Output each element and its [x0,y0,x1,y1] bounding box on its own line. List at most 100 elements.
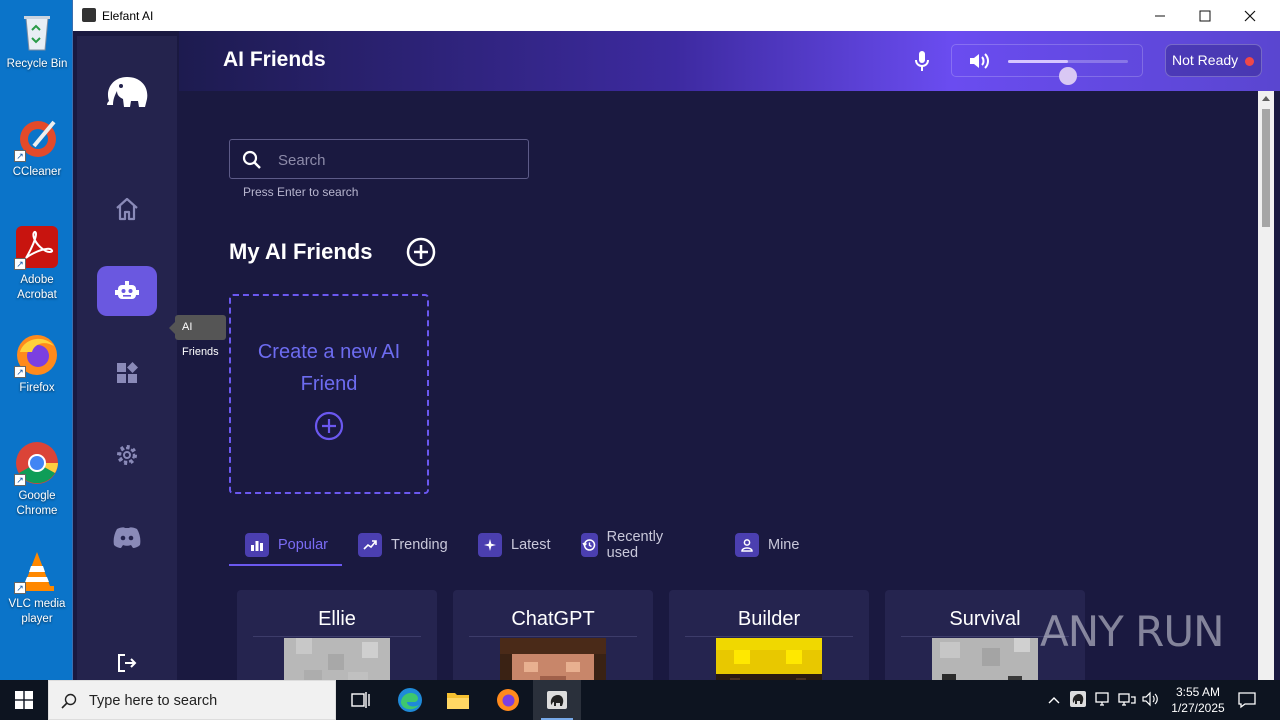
tab-popular[interactable]: Popular [245,523,328,566]
close-button[interactable] [1227,0,1273,31]
firefox-shortcut[interactable]: ↗ Firefox [2,332,72,396]
firefox-icon: ↗ [14,332,60,378]
shortcut-arrow-icon: ↗ [14,366,26,378]
clock-time: 3:55 AM [1175,685,1221,699]
window-title: Elefant AI [102,9,154,23]
adobe-acrobat-label: Adobe Acrobat [17,274,57,301]
windows-icon [15,691,33,709]
clock-date: 1/27/2025 [1171,701,1225,715]
google-chrome-shortcut[interactable]: ↗ Google Chrome [2,440,72,519]
taskbar-search[interactable]: Type here to search [48,680,336,720]
elephant-icon [547,691,567,709]
create-friend-card[interactable]: Create a new AI Friend [229,294,429,494]
recycle-bin-shortcut[interactable]: Recycle Bin [2,8,72,72]
friend-card-chatgpt[interactable]: ChatGPT [453,590,653,680]
sidebar-item-discord[interactable] [97,512,157,562]
speaker-button[interactable] [968,51,990,76]
firefox-icon [497,689,519,711]
friend-card-builder[interactable]: Builder [669,590,869,680]
search-box [229,139,529,179]
tab-label: Trending [391,536,448,553]
create-card-label: Create a new AI Friend [257,341,401,395]
search-icon [61,693,77,709]
avatar [716,638,822,680]
app-window: Elefant AI AI Friends AI Friends Not Rea… [72,0,1280,680]
sidebar-item-settings[interactable] [97,430,157,480]
adobe-acrobat-shortcut[interactable]: ↗ Adobe Acrobat [2,224,72,303]
volume-icon[interactable] [1142,691,1160,710]
title-bar[interactable]: Elefant AI [73,0,1280,31]
avatar [500,638,606,680]
elefant-taskbar-button[interactable] [533,680,581,720]
volume-slider[interactable] [1008,60,1128,85]
shortcut-arrow-icon: ↗ [14,258,26,270]
tab-label: Popular [278,536,328,553]
microphone-icon [915,51,929,71]
ccleaner-shortcut[interactable]: ↗ CCleaner [2,116,72,180]
vlc-shortcut[interactable]: ↗ VLC media player [2,548,72,627]
adobe-acrobat-icon: ↗ [14,224,60,270]
search-input[interactable] [278,149,508,171]
status-button[interactable]: Not Ready [1165,44,1262,77]
tab-label: Mine [768,536,800,553]
google-chrome-icon: ↗ [14,440,60,486]
sidebar-item-home[interactable] [97,184,157,234]
avatar [284,638,390,680]
notification-icon [1238,692,1256,709]
active-tab-indicator [229,564,342,566]
folder-icon [447,693,469,709]
robot-icon [115,281,139,299]
friend-card-ellie[interactable]: Ellie [237,590,437,680]
google-chrome-label: Google Chrome [16,490,58,517]
logo[interactable] [97,66,157,116]
tab-latest[interactable]: Latest [478,523,551,566]
watermark-text: ANY RUN [1040,607,1224,656]
firefox-label: Firefox [19,382,55,394]
network-icon[interactable] [1118,691,1136,710]
avatar [932,638,1038,680]
taskbar: Type here to search 3:55 AM 1/27/2025 [0,680,1280,720]
volume-control [951,44,1143,85]
notification-button[interactable] [1238,691,1256,714]
display-icon[interactable] [1094,691,1110,710]
vlc-cone-icon: ↗ [14,548,60,594]
edge-taskbar-button[interactable] [386,680,434,720]
tab-mine[interactable]: Mine [735,523,799,566]
volume-slider-thumb[interactable] [1059,67,1077,85]
sidebar-item-apps[interactable] [97,348,157,398]
section-title: My AI Friends [229,239,373,264]
gear-icon [117,445,137,465]
volume-slider-fill [1008,60,1068,63]
watermark: ANY RUN [1040,607,1224,656]
start-button[interactable] [0,680,48,720]
recycle-bin-icon [14,8,60,54]
sidebar-item-ai-friends[interactable] [97,266,157,316]
microphone-button[interactable] [912,50,932,77]
scrollbar[interactable] [1258,91,1274,680]
tab-label: Latest [511,536,551,553]
logout-icon [118,654,137,672]
edge-icon [398,688,422,712]
maximize-button[interactable] [1182,0,1228,31]
firefox-taskbar-button[interactable] [484,680,532,720]
search-icon [242,150,261,169]
sparkle-icon [478,532,502,557]
add-friend-button[interactable] [405,236,437,268]
search-hint: Press Enter to search [243,185,359,199]
status-dot [1245,57,1254,66]
friend-name: Ellie [318,608,356,630]
clock[interactable]: 3:55 AM 1/27/2025 [1160,684,1236,716]
home-icon [116,197,138,221]
tab-label: Recently used [606,528,664,561]
minimize-button[interactable] [1137,0,1183,31]
tab-trending[interactable]: Trending [358,523,448,566]
task-view-button[interactable] [336,680,384,720]
shortcut-arrow-icon: ↗ [14,582,26,594]
elephant-tray-icon[interactable] [1070,691,1086,710]
chevron-up-icon[interactable] [1048,692,1060,707]
file-explorer-taskbar-button[interactable] [434,680,482,720]
tab-recently-used[interactable]: Recently used [581,523,670,566]
plus-circle-icon [314,411,344,441]
scroll-thumb[interactable] [1262,109,1270,227]
shortcut-arrow-icon: ↗ [14,150,26,162]
